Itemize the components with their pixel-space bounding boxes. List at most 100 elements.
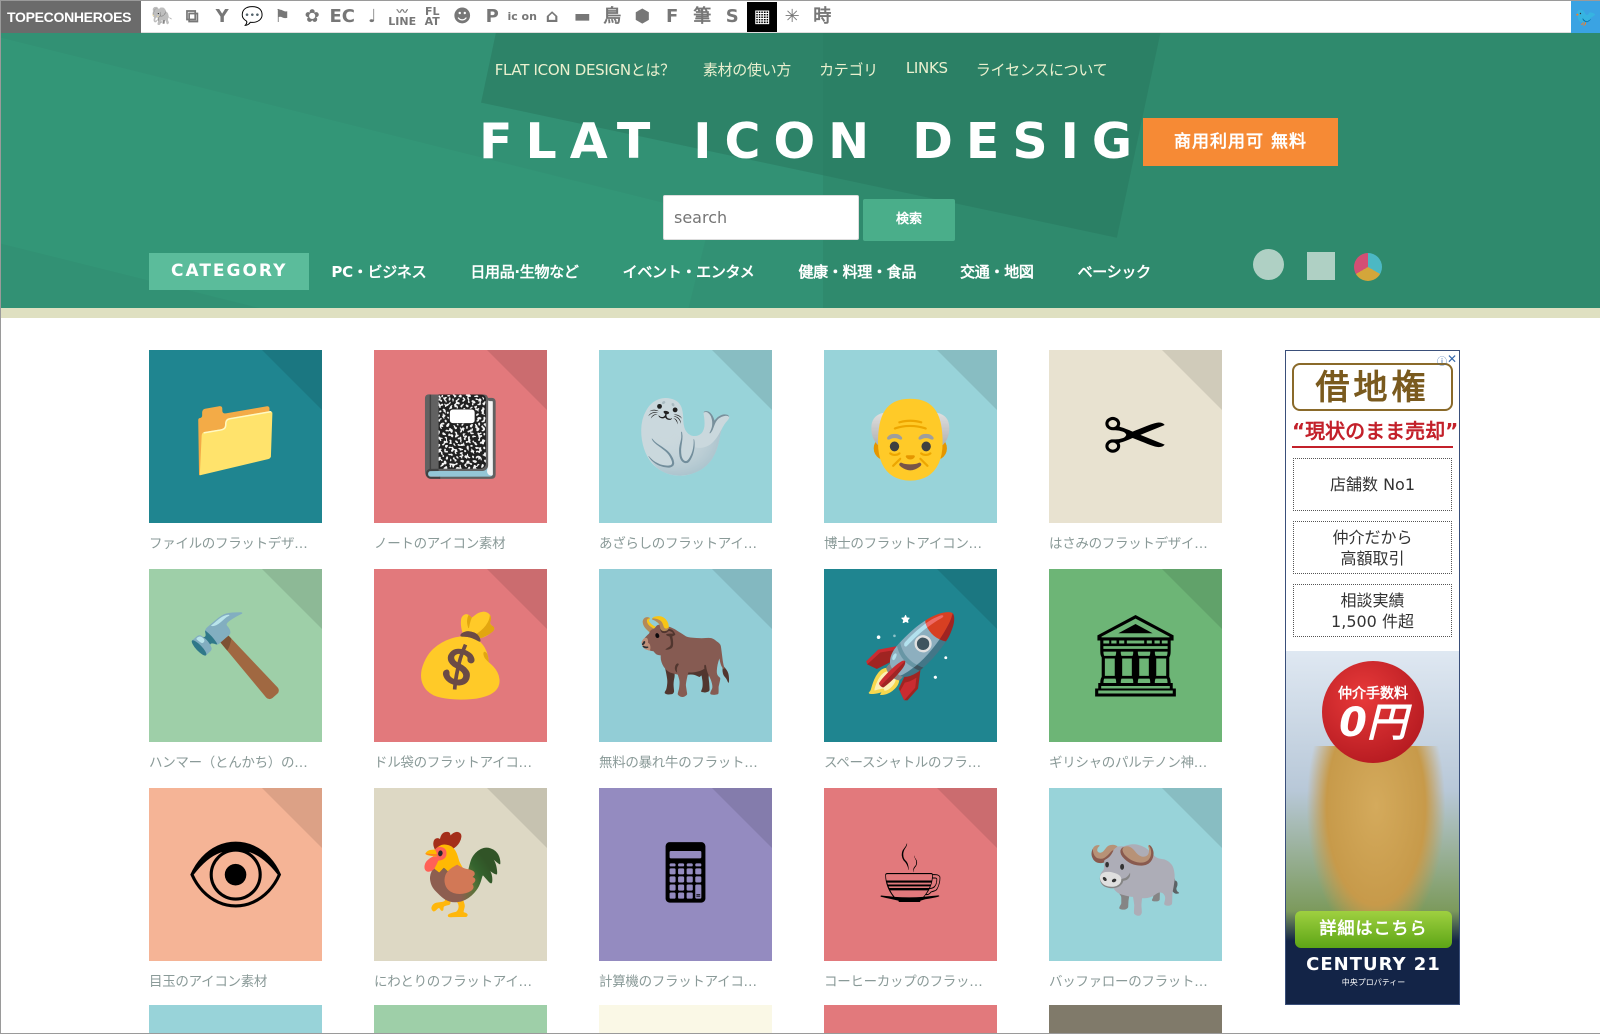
music-note-icon[interactable]: ♩: [357, 2, 387, 32]
icon-thumbnail-partial[interactable]: [149, 1005, 322, 1033]
flag-icon[interactable]: ⚑: [267, 2, 297, 32]
category-health-food[interactable]: 健康・料理・食品: [798, 261, 916, 282]
icon-caption-link[interactable]: 目玉のアイコン素材: [149, 970, 322, 990]
category-transport-map[interactable]: 交通・地図: [960, 261, 1034, 282]
icon-thumbnail[interactable]: 🐂: [599, 569, 772, 742]
smiley-icon[interactable]: ☻: [447, 2, 477, 32]
icon-card[interactable]: 💰 ドル袋のフラットアイコ…: [374, 569, 547, 788]
icon-caption-link[interactable]: ドル袋のフラットアイコ…: [374, 751, 547, 771]
icon-caption-link[interactable]: ノートのアイコン素材: [374, 532, 547, 552]
person-icon[interactable]: Y: [207, 2, 237, 32]
house-icon[interactable]: ⌂: [537, 2, 567, 32]
time-kanji-icon[interactable]: 時: [807, 2, 837, 32]
icon-caption-link[interactable]: コーヒーカップのフラッ…: [824, 970, 997, 990]
category-daily-goods[interactable]: 日用品·生物など: [470, 261, 579, 282]
icon-caption-link[interactable]: 無料の暴れ牛のフラット…: [599, 751, 772, 771]
icon-thumbnail[interactable]: 🏛: [1049, 569, 1222, 742]
icon-thumbnail-partial[interactable]: [599, 1005, 772, 1033]
icon-caption-link[interactable]: にわとりのフラットアイ…: [374, 970, 547, 990]
ad-feature-box: 仲介だから 高額取引: [1293, 521, 1452, 574]
parking-icon[interactable]: P: [477, 2, 507, 32]
topeconheroes-logo[interactable]: TOPECONHEROES: [1, 1, 142, 33]
category-events[interactable]: イベント・エンタメ: [623, 261, 755, 282]
category-pc-business[interactable]: PC・ビジネス: [331, 261, 426, 282]
burst-icon[interactable]: ✳: [777, 2, 807, 32]
icon-thumbnail[interactable]: 💰: [374, 569, 547, 742]
icon-thumbnail-partial[interactable]: [1049, 1005, 1222, 1033]
icon-thumbnail[interactable]: 👁: [149, 788, 322, 961]
icon-thumbnail[interactable]: 📓: [374, 350, 547, 523]
icon-card[interactable]: 👴 博士のフラットアイコン…: [824, 350, 997, 569]
f-brush-icon[interactable]: F: [657, 2, 687, 32]
nav-category[interactable]: カテゴリ: [819, 59, 878, 80]
grid-icon[interactable]: ▦: [747, 1, 778, 32]
search-input[interactable]: [663, 195, 859, 240]
icon-thumbnail[interactable]: 🐓: [374, 788, 547, 961]
icon-card[interactable]: 🐂 無料の暴れ牛のフラット…: [599, 569, 772, 788]
color-filter-button[interactable]: [1354, 253, 1382, 281]
ad-photo-area: 仲介手数料 0円 詳細はこちら CENTURY 21 中央プロパティー: [1286, 651, 1459, 1004]
icon-card[interactable]: ☕ コーヒーカップのフラッ…: [824, 788, 997, 1007]
search-button[interactable]: 検索: [863, 199, 955, 241]
ad-title: 借地権: [1292, 363, 1453, 411]
icon-card[interactable]: 🦭 あざらしのフラットアイ…: [599, 350, 772, 569]
category-basic[interactable]: ベーシック: [1078, 261, 1152, 282]
icon-caption-link[interactable]: ファイルのフラットデザ…: [149, 532, 322, 552]
icon-card[interactable]: ✂ はさみのフラットデザイ…: [1049, 350, 1222, 569]
icon-card[interactable]: 🔨 ハンマー（とんかち）の…: [149, 569, 322, 788]
icon-thumbnail[interactable]: 🖩: [599, 788, 772, 961]
icon-caption-link[interactable]: ギリシャのパルテノン神…: [1049, 751, 1222, 771]
ec-icon[interactable]: EC: [327, 2, 357, 32]
icon-thumbnail[interactable]: 🦭: [599, 350, 772, 523]
flower-icon[interactable]: ✿: [297, 2, 327, 32]
icon-card[interactable]: 🚀 スペースシャトルのフラ…: [824, 569, 997, 788]
network-toolbar: TOPECONHEROES 🐘 ⧉ Y 💬 ⚑ ✿ EC ♩ 〰 LINE FL AT ☻ Pic o…: [1, 1, 1600, 33]
circle-shape-filter-button[interactable]: [1253, 249, 1284, 280]
nav-links[interactable]: LINKS: [906, 59, 948, 80]
icon-on-icon[interactable]: ic on: [507, 2, 537, 32]
site-logo[interactable]: FLAT ICON DESIGN: [479, 113, 1199, 170]
nav-usage[interactable]: 素材の使い方: [703, 59, 792, 80]
icon-card[interactable]: 👁 目玉のアイコン素材: [149, 788, 322, 1007]
icon-caption-link[interactable]: はさみのフラットデザイ…: [1049, 532, 1222, 552]
icon-thumbnail[interactable]: 📁: [149, 350, 322, 523]
icon-caption-link[interactable]: ハンマー（とんかち）の…: [149, 751, 322, 771]
icon-thumbnail[interactable]: 👴: [824, 350, 997, 523]
icon-card[interactable]: 🐃 バッファローのフラット…: [1049, 788, 1222, 1007]
icon-caption-link[interactable]: 計算機のフラットアイコ…: [599, 970, 772, 990]
icon-thumbnail[interactable]: ☕: [824, 788, 997, 961]
brush-kanji-icon[interactable]: 筆: [687, 2, 717, 32]
icon-thumbnail[interactable]: 🚀: [824, 569, 997, 742]
s-icon[interactable]: S: [717, 2, 747, 32]
line-icon[interactable]: 〰 LINE: [387, 2, 417, 32]
window-icon[interactable]: ⧉: [177, 2, 207, 32]
square-shape-filter-button[interactable]: [1307, 252, 1335, 280]
ad-details-button[interactable]: 詳細はこちら: [1295, 911, 1452, 948]
icon-card[interactable]: 📓 ノートのアイコン素材: [374, 350, 547, 569]
bird-kanji-icon[interactable]: 鳥: [597, 2, 627, 32]
icon-card[interactable]: 📁 ファイルのフラットデザ…: [149, 350, 322, 569]
ad-info-icon[interactable]: ⓘ: [1437, 353, 1447, 368]
icon-thumbnail[interactable]: ✂: [1049, 350, 1222, 523]
icon-thumbnail-partial[interactable]: [824, 1005, 997, 1033]
icon-card[interactable]: 🏛 ギリシャのパルテノン神…: [1049, 569, 1222, 788]
hippo-icon[interactable]: 🐘: [147, 2, 177, 32]
nav-license[interactable]: ライセンスについて: [976, 59, 1108, 80]
icon-thumbnail[interactable]: 🔨: [149, 569, 322, 742]
speech-bubble-icon[interactable]: 💬: [237, 2, 267, 32]
icon-thumbnail[interactable]: 🐃: [1049, 788, 1222, 961]
icon-card[interactable]: 🐓 にわとりのフラットアイ…: [374, 788, 547, 1007]
icon-caption-link[interactable]: あざらしのフラットアイ…: [599, 532, 772, 552]
ad-close-icon[interactable]: ✕: [1447, 352, 1457, 366]
icon-thumbnail-partial[interactable]: [374, 1005, 547, 1033]
flat-icon[interactable]: FL AT: [417, 2, 447, 32]
nav-about[interactable]: FLAT ICON DESIGNとは？: [495, 59, 675, 80]
icon-card[interactable]: 🖩 計算機のフラットアイコ…: [599, 788, 772, 1007]
hexagon-icon[interactable]: ⬢: [627, 2, 657, 32]
icon-caption-link[interactable]: スペースシャトルのフラ…: [824, 751, 997, 771]
advertisement[interactable]: ⓘ ✕ 借地権 “現状のまま売却” 店舗数 No1 仲介だから 高額取引 相談実…: [1285, 350, 1460, 1005]
icon-caption-link[interactable]: 博士のフラットアイコン…: [824, 532, 997, 552]
icon-caption-link[interactable]: バッファローのフラット…: [1049, 970, 1222, 990]
bench-icon[interactable]: ▬: [567, 2, 597, 32]
twitter-icon[interactable]: 🐦: [1571, 1, 1600, 33]
